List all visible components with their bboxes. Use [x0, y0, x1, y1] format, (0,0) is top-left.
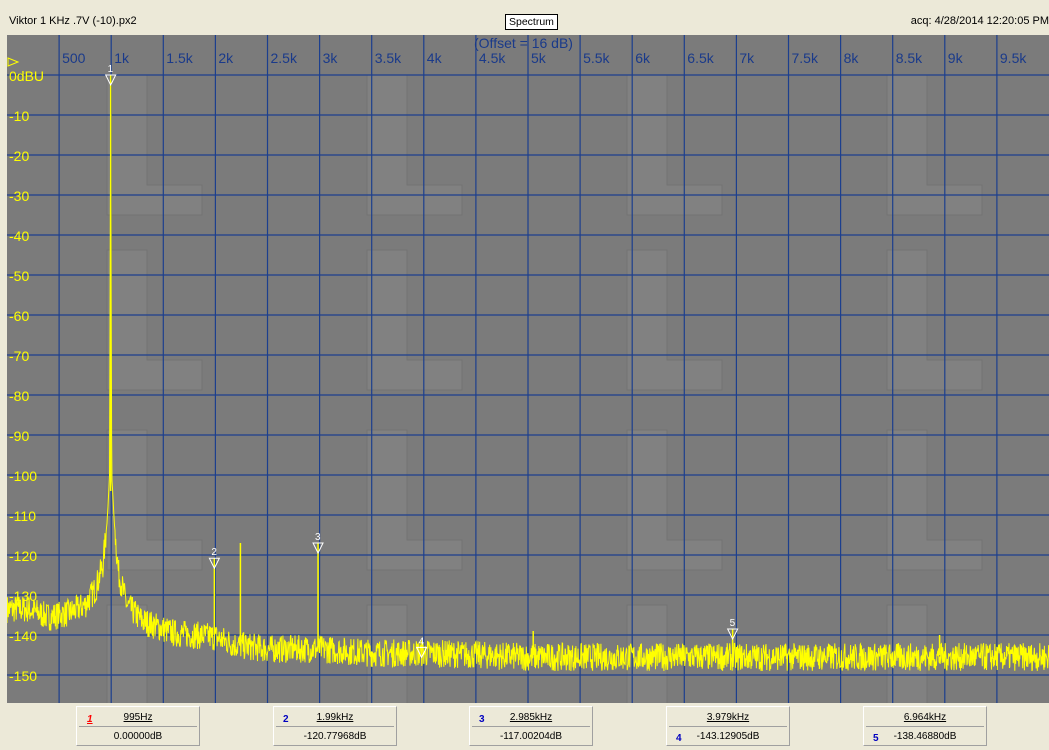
y-tick-label: -80 [9, 388, 29, 404]
y-tick-label: -40 [9, 228, 29, 244]
spectrum-button[interactable]: Spectrum [505, 14, 558, 30]
marker-readout-5[interactable]: 5 6.964kHz -138.46880dB [863, 706, 987, 746]
y-tick-label: -100 [9, 468, 37, 484]
marker-level: -138.46880dB [893, 731, 957, 742]
marker-frequency: 6.964kHz [903, 712, 947, 723]
y-tick-label: -90 [9, 428, 29, 444]
y-tick-label: 0dBU [9, 68, 44, 84]
x-tick-label: 1.5k [166, 50, 193, 66]
x-tick-label: 3.5k [375, 50, 402, 66]
marker-frequency: 995Hz [123, 712, 153, 723]
marker-level: -117.00204dB [499, 731, 563, 742]
marker-readout-3[interactable]: 3 2.985kHz -117.00204dB [469, 706, 593, 746]
readout-divider [276, 726, 394, 727]
y-tick-label: -150 [9, 668, 37, 684]
x-tick-label: 9k [948, 50, 964, 66]
x-tick-label: 5k [531, 50, 547, 66]
y-tick-label: -20 [9, 148, 29, 164]
marker-label: 5 [730, 618, 736, 629]
marker-readout-4[interactable]: 4 3.979kHz -143.12905dB [666, 706, 790, 746]
x-tick-label: 1k [114, 50, 130, 66]
y-tick-label: -120 [9, 548, 37, 564]
readout-divider [79, 726, 197, 727]
x-tick-label: 6k [635, 50, 651, 66]
title-bar: Viktor 1 KHz .7V (-10).px2 Spectrum acq:… [0, 0, 1049, 34]
spectrum-chart: 500 1k 1.5k 2k 2.5k 3k 3.5k 4k 4.5k 5k 5.5k 6k 6.5k 7… [7, 35, 1049, 703]
x-tick-label: 7k [739, 50, 755, 66]
x-tick-label: 3k [323, 50, 339, 66]
marker-level: -120.77968dB [303, 731, 367, 742]
marker-label: 2 [211, 547, 217, 558]
marker-frequency: 1.99kHz [316, 712, 354, 723]
marker-frequency: 3.979kHz [706, 712, 750, 723]
marker-label: 1 [108, 64, 114, 75]
y-tick-label: -30 [9, 188, 29, 204]
y-tick-label: -10 [9, 108, 29, 124]
y-tick-label: -60 [9, 308, 29, 324]
readout-divider [669, 726, 787, 727]
readout-divider [472, 726, 590, 727]
x-tick-label: 6.5k [687, 50, 714, 66]
spectrum-plot[interactable]: 500 1k 1.5k 2k 2.5k 3k 3.5k 4k 4.5k 5k 5.5k 6k 6.5k 7… [7, 35, 1049, 703]
marker-label: 3 [315, 532, 321, 543]
y-tick-label: -110 [9, 508, 36, 524]
marker-readout-1[interactable]: 1 995Hz 0.00000dB [76, 706, 200, 746]
x-tick-label: 8k [844, 50, 860, 66]
x-tick-label: 9.5k [1000, 50, 1027, 66]
x-tick-label: 2k [218, 50, 234, 66]
y-tick-label: -70 [9, 348, 29, 364]
file-title: Viktor 1 KHz .7V (-10).px2 [9, 15, 137, 27]
marker-level: -143.12905dB [696, 731, 760, 742]
x-tick-label: 7.5k [792, 50, 819, 66]
y-tick-label: -140 [9, 628, 37, 644]
x-tick-label: 5.5k [583, 50, 610, 66]
marker-readout-bar: 1 995Hz 0.00000dB 2 1.99kHz -120.77968dB… [0, 703, 1049, 750]
offset-annotation: (Offset = 16 dB) [474, 35, 573, 51]
marker-frequency: 2.985kHz [509, 712, 553, 723]
y-tick-label: -50 [9, 268, 29, 284]
x-tick-label: 500 [62, 50, 86, 66]
marker-level: 0.00000dB [113, 731, 163, 742]
readout-divider [866, 726, 984, 727]
marker-label: 4 [419, 636, 425, 647]
x-tick-label: 4k [427, 50, 443, 66]
x-tick-label: 2.5k [271, 50, 298, 66]
marker-readout-2[interactable]: 2 1.99kHz -120.77968dB [273, 706, 397, 746]
x-tick-label: 4.5k [479, 50, 506, 66]
acquisition-timestamp: acq: 4/28/2014 12:20:05 PM [910, 15, 1049, 27]
x-tick-label: 8.5k [896, 50, 923, 66]
